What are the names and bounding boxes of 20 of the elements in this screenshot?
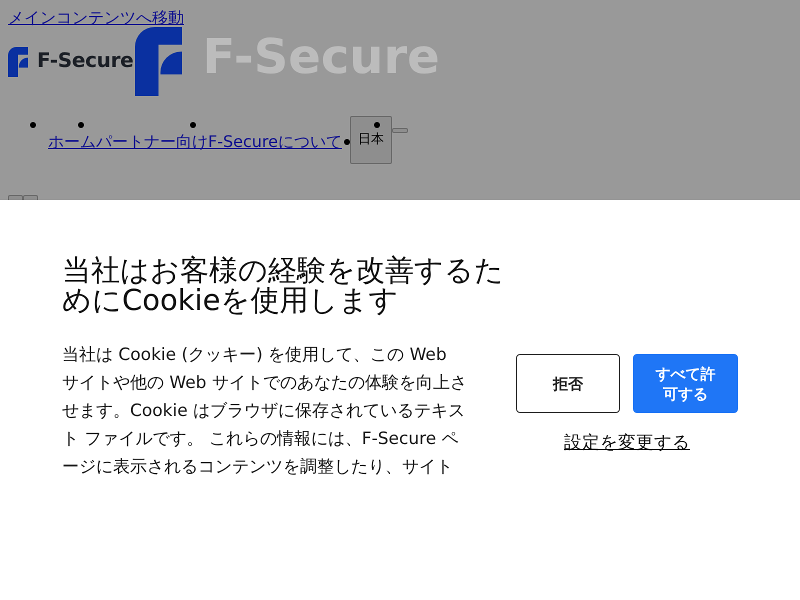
language-button[interactable]: 日本: [350, 116, 392, 164]
banner-description: 当社は Cookie (クッキー) を使用して、この Web サイトや他の Web サイトでのあなたの体験を向上させます。Cookie はブラウザに保存されているテキスト ファイルです。 これらの情報には、F-Secure ページに表示されるコンテンツを調整したり、サイト: [62, 344, 467, 479]
bullet-icon: [30, 122, 36, 128]
accept-all-button[interactable]: すべて許可する: [633, 354, 738, 413]
logo-icon: [8, 47, 28, 77]
settings-link[interactable]: 設定を変更する: [564, 432, 690, 454]
partial-button[interactable]: [23, 195, 38, 200]
empty-button[interactable]: [392, 128, 408, 133]
nav-link[interactable]: F-Secureについて: [208, 132, 342, 151]
reject-button[interactable]: 拒否: [516, 354, 620, 413]
logo-icon: [135, 27, 182, 96]
banner-title: 当社はお客様の経験を改善するためにCookieを使用します: [62, 255, 505, 315]
nav-link[interactable]: パートナー向け: [96, 132, 208, 151]
partial-button[interactable]: [8, 195, 23, 200]
bullet-icon: [190, 122, 196, 128]
skip-link[interactable]: メインコンテンツへ移動: [8, 8, 184, 27]
bullet-icon: [78, 122, 84, 128]
bullet-icon: [344, 138, 350, 144]
nav-link[interactable]: ホーム: [48, 132, 96, 151]
logo-wordmark: F-Secure: [37, 48, 134, 72]
